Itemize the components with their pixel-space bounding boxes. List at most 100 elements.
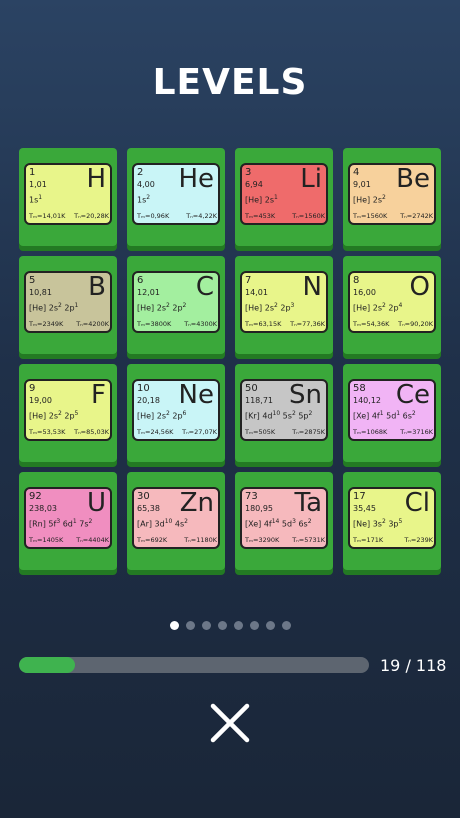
level-tile-n[interactable]: 7 14,01 N [He] 2s2 2p3 Tₘ=63,15K Tₙ=77,36K [235, 256, 333, 354]
level-tile-li[interactable]: 3 6,94 Li [He] 2s1 Tₘ=453K Tₙ=1560K [235, 148, 333, 246]
element-symbol: N [302, 272, 322, 302]
atomic-mass: 9,01 [353, 180, 371, 189]
atomic-number: 6 [137, 275, 144, 286]
electron-configuration: 1s1 [29, 194, 43, 205]
element-card: 58 140,12 Ce [Xe] 4f1 5d1 6s2 Tₘ=1068K Tₙ=371… [348, 379, 436, 441]
element-card: 6 12,01 C [He] 2s2 2p2 Tₘ=3800K Tₙ=4300K [132, 271, 220, 333]
level-tile-he[interactable]: 2 4,00 He 1s2 Tₘ=0,96K Tₙ=4,22K [127, 148, 225, 246]
atomic-number: 3 [245, 167, 252, 178]
level-tile-h[interactable]: 1 1,01 H 1s1 Tₘ=14,01K Tₙ=20,28K [19, 148, 117, 246]
level-tile-b[interactable]: 5 10,81 B [He] 2s2 2p1 Tₘ=2349K Tₙ=4200K [19, 256, 117, 354]
electron-configuration: [He] 2s2 [353, 194, 386, 205]
level-tile-sn[interactable]: 50 118,71 Sn [Kr] 4d10 5s2 5p2 Tₘ=505K Tₙ=287… [235, 364, 333, 462]
temperatures: Tₘ=1068K Tₙ=3716K [353, 428, 433, 436]
atomic-number: 2 [137, 167, 144, 178]
atomic-number: 1 [29, 167, 36, 178]
boiling-point: Tₙ=27,07K [182, 428, 217, 436]
boiling-point: Tₙ=5731K [292, 536, 325, 544]
atomic-number: 50 [245, 383, 258, 394]
page-dot[interactable] [185, 621, 195, 630]
electron-configuration: [He] 2s1 [245, 194, 278, 205]
temperatures: Tₘ=3800K Tₙ=4300K [137, 320, 217, 328]
electron-configuration: [Ar] 3d10 4s2 [137, 518, 188, 529]
atomic-mass: 140,12 [353, 396, 381, 405]
level-tile-zn[interactable]: 30 65,38 Zn [Ar] 3d10 4s2 Tₘ=692K Tₙ=1180K [127, 472, 225, 570]
temperatures: Tₘ=54,36K Tₙ=90,20K [353, 320, 433, 328]
level-tile-cl[interactable]: 17 35,45 Cl [Ne] 3s2 3p5 Tₘ=171K Tₙ=239K [343, 472, 441, 570]
temperatures: Tₘ=171K Tₙ=239K [353, 536, 433, 544]
temperatures: Tₘ=24,56K Tₙ=27,07K [137, 428, 217, 436]
melting-point: Tₘ=1405K [29, 536, 64, 544]
atomic-mass: 65,38 [137, 504, 160, 513]
melting-point: Tₘ=0,96K [137, 212, 170, 220]
melting-point: Tₘ=14,01K [29, 212, 66, 220]
electron-configuration: [He] 2s2 2p6 [137, 410, 187, 421]
electron-configuration: [Kr] 4d10 5s2 5p2 [245, 410, 313, 421]
atomic-number: 73 [245, 491, 258, 502]
atomic-mass: 20,18 [137, 396, 160, 405]
atomic-number: 10 [137, 383, 150, 394]
page-dot[interactable] [169, 621, 179, 630]
melting-point: Tₘ=3290K [245, 536, 280, 544]
close-button[interactable] [208, 701, 252, 745]
page-dot[interactable] [201, 621, 211, 630]
electron-configuration: 1s2 [137, 194, 151, 205]
progress-label: 19 / 118 [380, 656, 447, 675]
page-dot[interactable] [249, 621, 259, 630]
element-symbol: Ce [395, 380, 430, 410]
atomic-mass: 12,01 [137, 288, 160, 297]
element-symbol: Zn [179, 488, 214, 518]
atomic-number: 5 [29, 275, 36, 286]
level-grid: 1 1,01 H 1s1 Tₘ=14,01K Tₙ=20,28K 2 4,00 He 1s2 Tₘ=… [19, 148, 443, 570]
element-card: 30 65,38 Zn [Ar] 3d10 4s2 Tₘ=692K Tₙ=1180K [132, 487, 220, 549]
atomic-number: 7 [245, 275, 252, 286]
page-dot[interactable] [265, 621, 275, 630]
element-card: 8 16,00 O [He] 2s2 2p4 Tₘ=54,36K Tₙ=90,20K [348, 271, 436, 333]
page-dot[interactable] [281, 621, 291, 630]
atomic-mass: 1,01 [29, 180, 47, 189]
temperatures: Tₘ=53,53K Tₙ=85,03K [29, 428, 109, 436]
melting-point: Tₘ=53,53K [29, 428, 66, 436]
temperatures: Tₘ=505K Tₙ=2875K [245, 428, 325, 436]
atomic-mass: 10,81 [29, 288, 52, 297]
atomic-mass: 238,03 [29, 504, 57, 513]
element-symbol: Sn [289, 380, 322, 410]
boiling-point: Tₙ=4,22K [186, 212, 217, 220]
atomic-number: 58 [353, 383, 366, 394]
boiling-point: Tₙ=4404K [76, 536, 109, 544]
melting-point: Tₘ=505K [245, 428, 276, 436]
melting-point: Tₘ=54,36K [353, 320, 390, 328]
page-dot[interactable] [217, 621, 227, 630]
level-tile-ta[interactable]: 73 180,95 Ta [Xe] 4f14 5d3 6s2 Tₘ=3290K Tₙ=57… [235, 472, 333, 570]
temperatures: Tₘ=63,15K Tₙ=77,36K [245, 320, 325, 328]
level-tile-ce[interactable]: 58 140,12 Ce [Xe] 4f1 5d1 6s2 Tₘ=1068K Tₙ=371… [343, 364, 441, 462]
temperatures: Tₘ=453K Tₙ=1560K [245, 212, 325, 220]
element-card: 50 118,71 Sn [Kr] 4d10 5s2 5p2 Tₘ=505K Tₙ=287… [240, 379, 328, 441]
electron-configuration: [Xe] 4f1 5d1 6s2 [353, 410, 416, 421]
element-symbol: Ne [178, 380, 214, 410]
level-tile-ne[interactable]: 10 20,18 Ne [He] 2s2 2p6 Tₘ=24,56K Tₙ=27,07K [127, 364, 225, 462]
boiling-point: Tₙ=4200K [76, 320, 109, 328]
atomic-mass: 16,00 [353, 288, 376, 297]
level-tile-u[interactable]: 92 238,03 U [Rn] 5f3 6d1 7s2 Tₘ=1405K Tₙ=4404… [19, 472, 117, 570]
element-symbol: B [88, 272, 106, 302]
level-tile-o[interactable]: 8 16,00 O [He] 2s2 2p4 Tₘ=54,36K Tₙ=90,20K [343, 256, 441, 354]
melting-point: Tₘ=1068K [353, 428, 388, 436]
page-title: LEVELS [152, 62, 308, 103]
progress-fill [19, 657, 76, 673]
melting-point: Tₘ=692K [137, 536, 168, 544]
element-symbol: H [86, 164, 106, 194]
element-symbol: C [195, 272, 214, 302]
boiling-point: Tₙ=239K [404, 536, 433, 544]
level-tile-c[interactable]: 6 12,01 C [He] 2s2 2p2 Tₘ=3800K Tₙ=4300K [127, 256, 225, 354]
melting-point: Tₘ=453K [245, 212, 276, 220]
electron-configuration: [He] 2s2 2p2 [137, 302, 187, 313]
level-tile-f[interactable]: 9 19,00 F [He] 2s2 2p5 Tₘ=53,53K Tₙ=85,03K [19, 364, 117, 462]
element-card: 5 10,81 B [He] 2s2 2p1 Tₘ=2349K Tₙ=4200K [24, 271, 112, 333]
element-card: 9 19,00 F [He] 2s2 2p5 Tₘ=53,53K Tₙ=85,03K [24, 379, 112, 441]
element-symbol: Li [300, 164, 322, 194]
page-dot[interactable] [233, 621, 243, 630]
level-tile-be[interactable]: 4 9,01 Be [He] 2s2 Tₘ=1560K Tₙ=2742K [343, 148, 441, 246]
element-symbol: Be [396, 164, 430, 194]
temperatures: Tₘ=3290K Tₙ=5731K [245, 536, 325, 544]
